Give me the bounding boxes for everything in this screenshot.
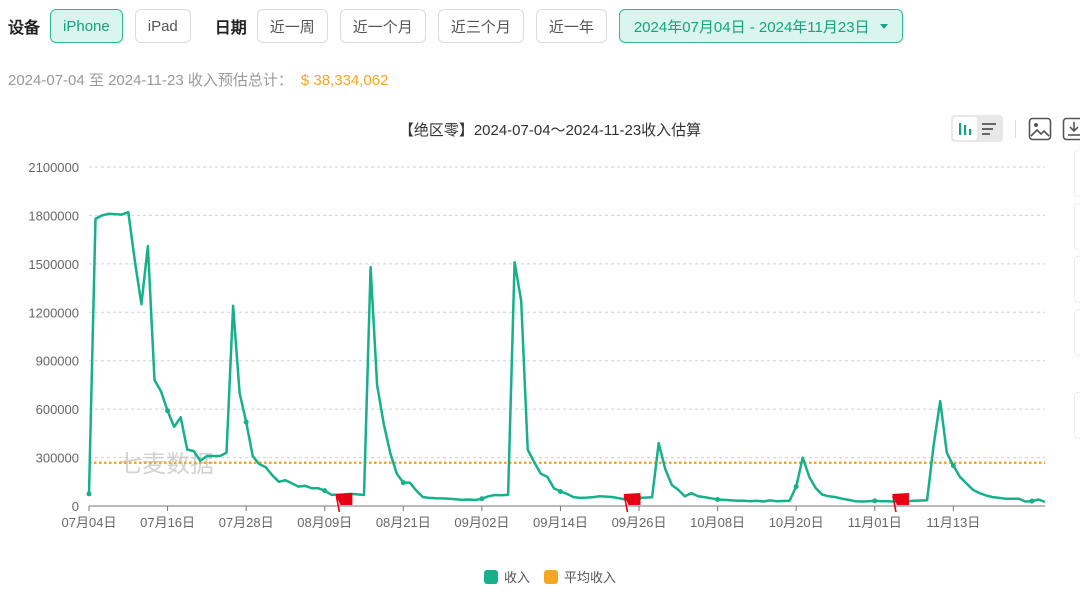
y-tick-label: 1800000 xyxy=(28,208,79,223)
y-axis-ticks: 0 300000 600000 900000 1200000 1500000 1800000… xyxy=(28,160,79,514)
side-panel[interactable] xyxy=(1074,256,1080,303)
watermark: 七麦数据 xyxy=(118,451,214,478)
y-tick-label: 600000 xyxy=(36,402,79,417)
x-tick-label: 10月08日 xyxy=(690,515,745,530)
legend-item-revenue[interactable]: 收入 xyxy=(483,567,530,586)
bar-chart-icon xyxy=(959,122,972,135)
legend-label-revenue: 收入 xyxy=(503,570,530,585)
y-tick-label: 1500000 xyxy=(28,257,79,272)
flag-marker xyxy=(891,493,909,513)
y-tick-label: 900000 xyxy=(36,354,79,369)
side-panel[interactable] xyxy=(1074,203,1080,250)
preset-3month-button[interactable]: 近三个月 xyxy=(437,9,524,43)
revenue-point xyxy=(479,496,485,502)
date-range-value: 2024年07月04日 - 2024年11月23日 xyxy=(633,18,870,36)
y-tick-label: 300000 xyxy=(36,451,79,466)
date-range-picker[interactable]: 2024年07月04日 - 2024年11月23日 xyxy=(618,9,903,43)
revenue-point xyxy=(557,488,563,494)
revenue-point xyxy=(322,488,328,494)
flag-icon xyxy=(891,493,909,505)
revenue-point xyxy=(793,484,799,490)
caret-down-icon xyxy=(879,23,888,29)
device-iphone-button[interactable]: iPhone xyxy=(50,9,123,43)
download-icon[interactable] xyxy=(1062,117,1080,141)
legend-item-average[interactable]: 平均收入 xyxy=(544,567,616,586)
x-tick-label: 11月13日 xyxy=(926,515,980,530)
revenue-line xyxy=(87,210,1046,504)
filter-bar: 设备 iPhone iPad 日期 近一周 近一个月 近三个月 近一年 2024… xyxy=(8,8,903,44)
flag-icon xyxy=(623,493,641,505)
summary-text: 2024-07-04 至 2024-11-23 收入预估总计： xyxy=(8,72,293,89)
flag-pole xyxy=(892,495,897,513)
image-export-icon[interactable] xyxy=(1028,117,1052,141)
y-tick-label: 1200000 xyxy=(28,305,79,320)
legend-swatch-revenue xyxy=(483,569,498,584)
chart-toolbar xyxy=(951,115,1080,142)
flag-pole xyxy=(335,495,341,513)
bar-chart-toggle[interactable] xyxy=(953,117,977,140)
flag-icon xyxy=(335,493,353,505)
flag-pole xyxy=(623,495,629,513)
revenue-point xyxy=(950,463,956,469)
side-panel[interactable] xyxy=(1074,309,1080,356)
revenue-point xyxy=(872,498,878,504)
preset-month-button[interactable]: 近一个月 xyxy=(339,9,426,43)
summary-amount: $ 38,334,062 xyxy=(300,72,389,89)
revenue-point xyxy=(715,497,721,503)
revenue-point xyxy=(243,419,249,425)
x-tick-label: 09月26日 xyxy=(612,515,667,530)
x-tick-label: 09月14日 xyxy=(533,515,588,530)
side-panel[interactable] xyxy=(1074,392,1080,439)
date-label: 日期 xyxy=(214,20,247,37)
legend-swatch-average xyxy=(544,569,558,584)
x-tick-label: 07月16日 xyxy=(140,515,195,530)
x-axis: 07月04日 07月16日 07月28日 08月09日 08月21日 09月02日 09月1… xyxy=(62,505,1045,530)
y-tick-label: 0 xyxy=(72,499,79,514)
chart-type-toggle xyxy=(951,115,1003,142)
x-tick-label: 07月04日 xyxy=(62,515,117,530)
chart-legend: 收入 平均收入 xyxy=(0,567,1080,586)
x-tick-label: 07月28日 xyxy=(219,515,274,530)
side-panel[interactable] xyxy=(1074,150,1080,197)
revenue-point xyxy=(165,408,171,414)
grid-lines xyxy=(89,166,1045,459)
x-tick-label: 08月09日 xyxy=(297,515,352,530)
x-tick-label: 11月01日 xyxy=(848,515,902,530)
flag-marker xyxy=(623,493,641,513)
y-tick-label: 2100000 xyxy=(28,160,79,175)
flag-marker xyxy=(335,493,353,513)
device-label: 设备 xyxy=(8,20,41,37)
revenue-point xyxy=(86,491,92,497)
revenue-summary: 2024-07-04 至 2024-11-23 收入预估总计： $ 38,334,… xyxy=(8,69,388,90)
legend-label-average: 平均收入 xyxy=(564,570,617,585)
chart-title: 【绝区零】2024-07-04～2024-11-23收入估算 xyxy=(398,122,702,139)
event-markers xyxy=(335,493,909,513)
x-tick-label: 10月20日 xyxy=(769,515,824,530)
list-toggle[interactable] xyxy=(977,117,1001,140)
preset-year-button[interactable]: 近一年 xyxy=(535,9,607,43)
revenue-point xyxy=(400,480,406,486)
x-tick-label: 09月02日 xyxy=(454,515,509,530)
toolbar-divider xyxy=(1015,119,1016,138)
x-tick-label: 08月21日 xyxy=(376,515,431,530)
device-ipad-button[interactable]: iPad xyxy=(134,9,191,43)
revenue-point xyxy=(1029,498,1035,504)
list-icon xyxy=(982,122,996,135)
revenue-series xyxy=(86,210,1046,504)
preset-week-button[interactable]: 近一周 xyxy=(256,9,328,43)
revenue-point xyxy=(636,495,642,501)
